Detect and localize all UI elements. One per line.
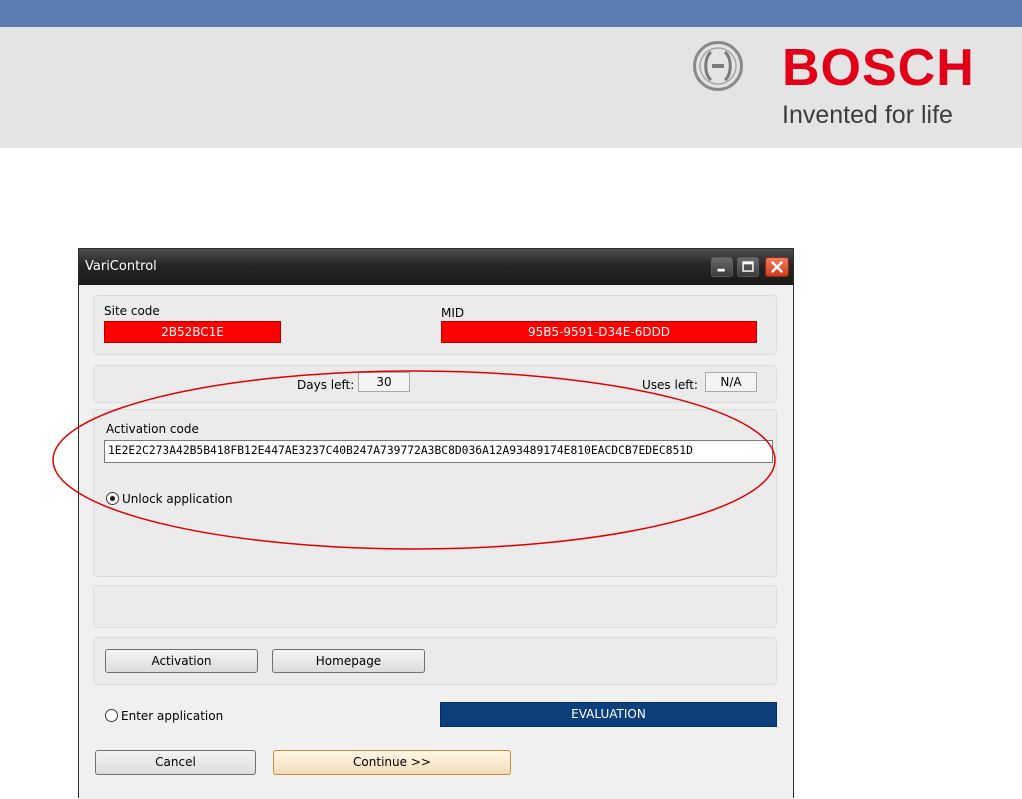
minimize-icon xyxy=(717,268,725,272)
activation-group: Activation code 1E2E2C273A42B5B418FB12E4… xyxy=(93,409,777,577)
site-code-field: 2B52BC1E xyxy=(104,321,281,343)
header-stripe xyxy=(0,0,1022,27)
maximize-button[interactable] xyxy=(737,257,759,277)
window-title: VariControl xyxy=(85,259,157,274)
days-left-value: 30 xyxy=(358,372,410,392)
activation-code-label: Activation code xyxy=(106,422,199,436)
uses-left-value: N/A xyxy=(705,372,757,392)
activation-code-input[interactable]: 1E2E2C273A42B5B418FB12E447AE3237C40B247A… xyxy=(104,440,773,463)
mid-label: MID xyxy=(441,306,465,320)
action-group: Activation Homepage xyxy=(93,637,777,685)
window-client: Site code 2B52BC1E MID 95B5-9591-D34E-6D… xyxy=(79,285,793,799)
site-info-group: Site code 2B52BC1E MID 95B5-9591-D34E-6D… xyxy=(93,295,777,355)
unlock-application-radio[interactable] xyxy=(106,492,119,505)
radio-selected-dot xyxy=(110,496,115,501)
evaluation-status-bar: EVALUATION xyxy=(440,702,777,727)
bosch-armature-icon xyxy=(693,41,743,91)
enter-application-label[interactable]: Enter application xyxy=(121,709,223,723)
minimize-button[interactable] xyxy=(711,257,733,277)
cancel-button[interactable]: Cancel xyxy=(95,750,256,775)
days-left-label: Days left: xyxy=(297,378,355,392)
activation-button[interactable]: Activation xyxy=(105,649,258,673)
unlock-application-label[interactable]: Unlock application xyxy=(122,492,233,506)
usage-group: Days left: 30 Uses left: N/A xyxy=(93,365,777,403)
maximize-icon xyxy=(742,261,754,272)
close-icon xyxy=(771,261,783,273)
homepage-button[interactable]: Homepage xyxy=(272,649,425,673)
enter-application-radio[interactable] xyxy=(105,709,118,722)
bosch-wordmark: BOSCH xyxy=(782,39,975,97)
continue-button[interactable]: Continue >> xyxy=(273,750,511,775)
bosch-tagline: Invented for life xyxy=(782,101,953,129)
mid-field: 95B5-9591-D34E-6DDD xyxy=(441,321,757,343)
varicontrol-window: VariControl Site code 2B52BC1E MID 95B5-… xyxy=(78,248,794,799)
site-code-label: Site code xyxy=(104,304,160,318)
message-group xyxy=(93,585,777,628)
uses-left-label: Uses left: xyxy=(642,378,698,392)
title-bar[interactable]: VariControl xyxy=(79,249,793,285)
close-button[interactable] xyxy=(765,257,789,277)
